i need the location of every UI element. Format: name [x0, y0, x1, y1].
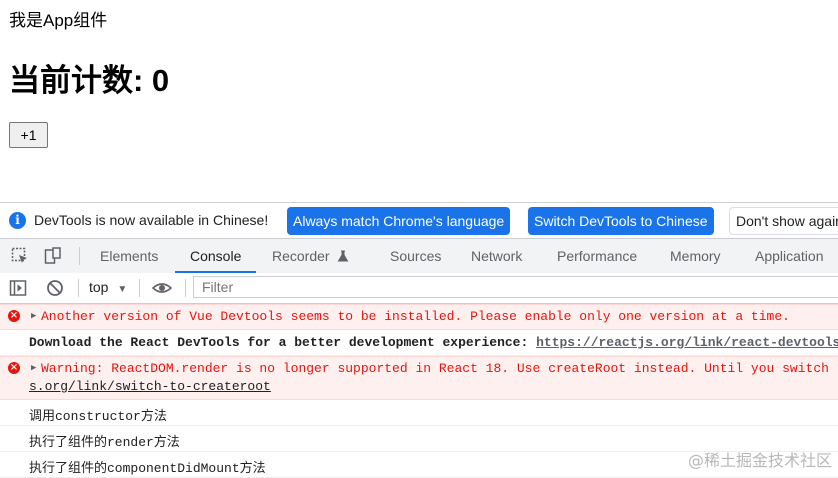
context-selector[interactable]: top ▼	[89, 279, 127, 295]
counter-heading: 当前计数: 0	[9, 63, 170, 98]
toolbar-divider	[79, 247, 80, 265]
expand-triangle-icon[interactable]: ▶	[31, 363, 36, 373]
error-icon: ×	[8, 362, 20, 374]
filterbar-divider-3	[185, 279, 186, 297]
console-message: 执行了组件的componentDidMount方法	[29, 461, 266, 476]
devtools-panel: i DevTools is now available in Chinese! …	[0, 202, 838, 478]
sidebar-toggle-icon[interactable]	[9, 279, 27, 297]
console-log-row: 调用constructor方法	[0, 400, 838, 426]
console-message: 执行了组件的render方法	[29, 435, 180, 450]
eye-icon[interactable]	[152, 279, 172, 297]
tab-console[interactable]: Console	[175, 239, 257, 273]
console-message: Download the React DevTools for a better…	[29, 335, 838, 350]
flask-icon	[338, 250, 349, 262]
tab-sources[interactable]: Sources	[390, 239, 441, 273]
language-infobar: i DevTools is now available in Chinese! …	[0, 202, 838, 239]
console-log-row: Download the React DevTools for a better…	[0, 330, 838, 356]
tab-recorder-label: Recorder	[272, 248, 330, 264]
device-toolbar-icon[interactable]	[44, 247, 62, 265]
tab-recorder[interactable]: Recorder	[272, 239, 349, 273]
clear-console-icon[interactable]	[46, 279, 64, 297]
increment-button[interactable]: +1	[9, 122, 48, 148]
react-devtools-link[interactable]: https://reactjs.org/link/react-devtools	[536, 335, 838, 350]
console-error-row[interactable]: × ▶ Warning: ReactDOM.render is no longe…	[0, 356, 838, 400]
console-message: Warning: ReactDOM.render is no longer su…	[41, 361, 838, 376]
tab-application[interactable]: Application	[755, 239, 824, 273]
devtools-tabs: Elements Console Recorder Sources Networ…	[0, 238, 838, 274]
console-error-row[interactable]: × ▶ Another version of Vue Devtools seem…	[0, 304, 838, 330]
inspect-element-icon[interactable]	[11, 247, 29, 265]
dropdown-arrow-icon: ▼	[117, 284, 128, 295]
infobar-message: DevTools is now available in Chinese!	[34, 212, 269, 228]
filter-input[interactable]	[193, 276, 838, 298]
console-message: 调用constructor方法	[29, 409, 167, 424]
tab-elements[interactable]: Elements	[100, 239, 158, 273]
tab-memory[interactable]: Memory	[670, 239, 721, 273]
console-message: Another version of Vue Devtools seems to…	[41, 309, 790, 324]
filterbar-divider-2	[139, 279, 140, 297]
dont-show-again-button[interactable]: Don't show again	[729, 207, 838, 235]
console-filterbar: top ▼	[0, 273, 838, 304]
context-selector-value: top	[89, 279, 109, 295]
always-match-language-button[interactable]: Always match Chrome's language	[287, 207, 511, 235]
info-icon: i	[9, 212, 26, 229]
expand-triangle-icon[interactable]: ▶	[31, 311, 36, 321]
tab-performance[interactable]: Performance	[557, 239, 637, 273]
switch-to-chinese-button[interactable]: Switch DevTools to Chinese	[528, 207, 714, 235]
createroot-link[interactable]: s.org/link/switch-to-createroot	[29, 379, 271, 394]
react-devtools-text: Download the React DevTools for a better…	[29, 335, 537, 350]
watermark: @稀土掘金技术社区	[687, 451, 832, 470]
error-icon: ×	[8, 310, 20, 322]
tab-network[interactable]: Network	[471, 239, 522, 273]
filterbar-divider	[78, 279, 79, 297]
app-component-text: 我是App组件	[9, 11, 108, 30]
